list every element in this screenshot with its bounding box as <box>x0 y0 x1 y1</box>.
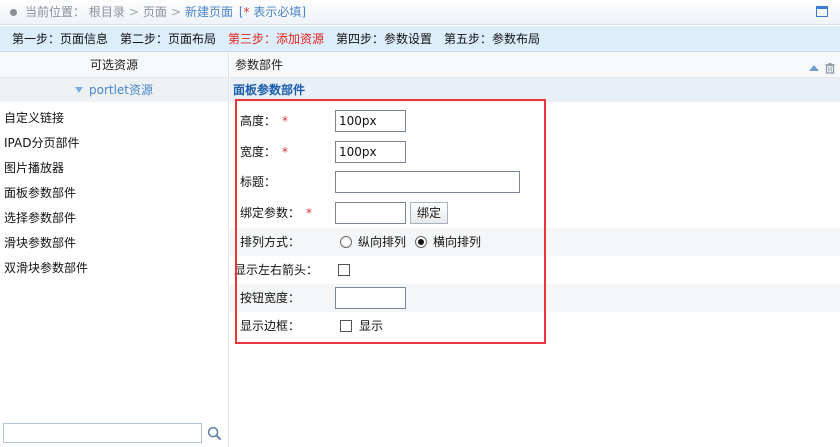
required-star: * <box>306 206 313 220</box>
row-border: 显示边框： 显示 <box>230 312 840 340</box>
param-panel: 参数部件 面板参数部件 高度：* 宽度：* 标题： 绑定参数：* 绑定 排列方式… <box>230 53 840 447</box>
param-panel-title: 参数部件 <box>235 58 284 72</box>
resource-item[interactable]: IPAD分页部件 <box>0 131 228 156</box>
resource-item[interactable]: 面板参数部件 <box>0 181 228 206</box>
step-add-resources[interactable]: 第三步：添加资源 <box>228 32 324 47</box>
row-bind: 绑定参数： * 绑定 <box>230 199 840 227</box>
title-input[interactable] <box>335 171 520 193</box>
breadcrumb-item-page[interactable]: 页面 <box>143 5 167 19</box>
row-arrows: 显示左右箭头： <box>230 256 840 284</box>
param-panel-header: 参数部件 <box>230 53 840 78</box>
resource-group-header[interactable]: portlet资源 <box>0 78 228 102</box>
resource-item[interactable]: 双滑块参数部件 <box>0 256 228 281</box>
breadcrumb-current: 新建页面 <box>185 5 234 19</box>
breadcrumb-separator: > <box>170 5 181 19</box>
radio-vertical-label: 纵向排列 <box>358 235 407 249</box>
expand-triangle-icon <box>74 87 83 93</box>
step-page-info[interactable]: 第一步：页面信息 <box>12 32 108 47</box>
title-label: 标题： <box>240 175 277 189</box>
border-checkbox-label: 显示 <box>359 319 384 333</box>
maximize-window-icon[interactable] <box>816 6 828 17</box>
move-up-icon[interactable] <box>808 62 820 74</box>
resource-item[interactable]: 图片播放器 <box>0 156 228 181</box>
border-checkbox[interactable] <box>340 320 352 332</box>
arrows-label: 显示左右箭头： <box>234 263 319 277</box>
row-title: 标题： <box>230 168 840 198</box>
required-star: * <box>282 145 289 159</box>
radio-horizontal-label: 横向排列 <box>433 235 482 249</box>
radio-vertical[interactable] <box>340 236 352 248</box>
arrange-label: 排列方式： <box>240 235 301 249</box>
bind-label: 绑定参数： * <box>240 206 313 220</box>
search-icon[interactable] <box>207 426 222 441</box>
resource-item[interactable]: 自定义链接 <box>0 106 228 131</box>
resource-search-input[interactable] <box>3 423 202 443</box>
button-width-label: 按钮宽度： <box>240 291 301 305</box>
height-input[interactable] <box>335 110 406 132</box>
bind-button[interactable]: 绑定 <box>410 202 449 224</box>
wizard-steps: 第一步：页面信息 第二步：页面布局 第三步：添加资源 第四步：参数设置 第五步：… <box>0 26 840 52</box>
width-input[interactable] <box>335 141 406 163</box>
arrows-checkbox[interactable] <box>338 264 350 276</box>
border-label: 显示边框： <box>240 319 301 333</box>
step-param-settings[interactable]: 第四步：参数设置 <box>336 32 432 47</box>
step-page-layout[interactable]: 第二步：页面布局 <box>120 32 216 47</box>
breadcrumb: 当前位置： 根目录 > 页面 > 新建页面 [* 表示必填] <box>25 5 306 20</box>
breadcrumb-item-root[interactable]: 根目录 <box>89 5 125 19</box>
location-bullet-icon <box>10 9 17 16</box>
row-arrange: 排列方式： 纵向排列 横向排列 <box>230 228 840 256</box>
required-star: * <box>282 114 289 128</box>
button-width-input[interactable] <box>335 287 406 309</box>
resource-group-label: portlet资源 <box>88 83 154 97</box>
resource-panel-title: 可选资源 <box>0 53 228 78</box>
bind-param-input[interactable] <box>335 202 406 224</box>
row-height: 高度： * <box>230 107 840 135</box>
resource-panel: 可选资源 portlet资源 自定义链接 IPAD分页部件 图片播放器 面板参数… <box>0 53 229 447</box>
breadcrumb-separator: > <box>128 5 139 19</box>
section-title: 面板参数部件 <box>230 78 840 102</box>
step-param-layout[interactable]: 第五步：参数布局 <box>444 32 540 47</box>
panel-controls <box>808 58 836 82</box>
radio-horizontal[interactable] <box>415 236 427 248</box>
location-bar: 当前位置： 根目录 > 页面 > 新建页面 [* 表示必填] <box>0 0 840 25</box>
row-width: 宽度： * <box>230 138 840 166</box>
width-label: 宽度： * <box>240 145 289 159</box>
required-hint: [* 表示必填] <box>238 5 307 19</box>
height-label: 高度： * <box>240 114 289 128</box>
resource-item[interactable]: 滑块参数部件 <box>0 231 228 256</box>
breadcrumb-prefix: 当前位置： <box>25 5 86 19</box>
resource-list: 自定义链接 IPAD分页部件 图片播放器 面板参数部件 选择参数部件 滑块参数部… <box>0 106 228 281</box>
resource-item[interactable]: 选择参数部件 <box>0 206 228 231</box>
row-button-width: 按钮宽度： <box>230 284 840 312</box>
delete-icon[interactable] <box>824 62 836 74</box>
